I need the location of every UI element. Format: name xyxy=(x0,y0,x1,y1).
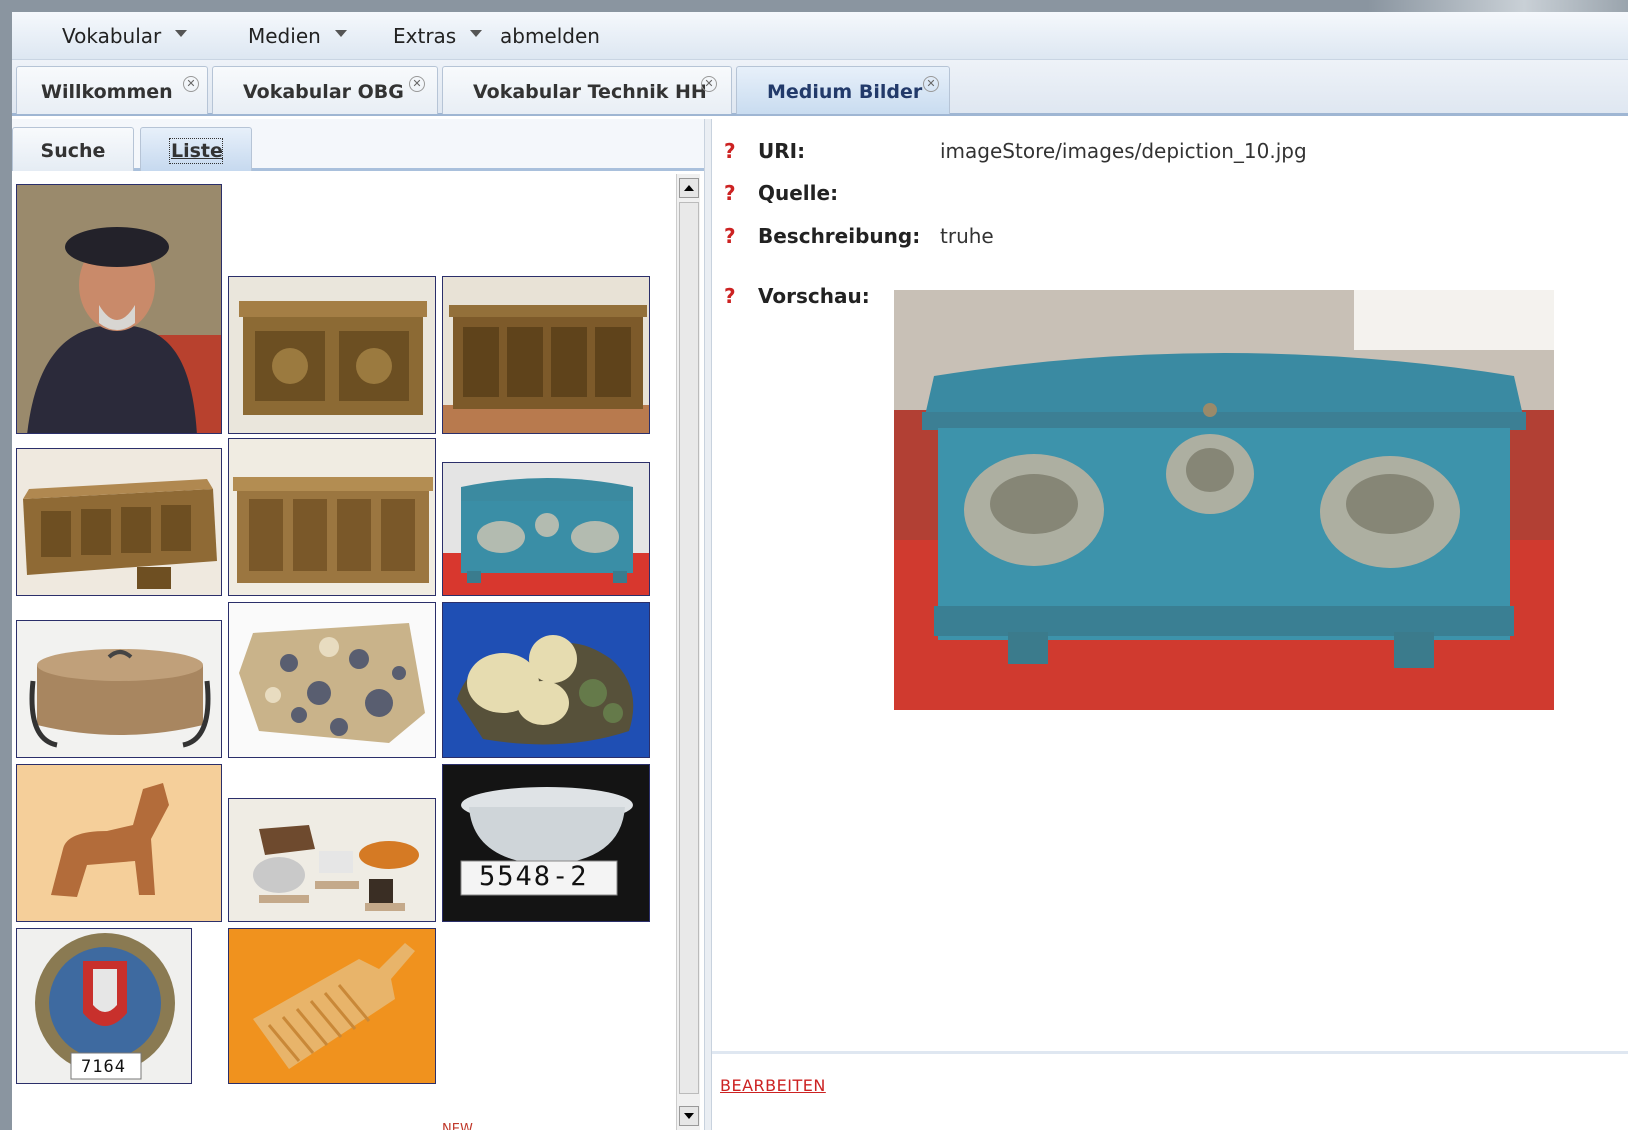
thumbnail-coat-of-arms[interactable]: 7164 xyxy=(16,928,192,1084)
preview-image xyxy=(894,290,1554,710)
field-label: URI: xyxy=(758,139,806,163)
thumbnail-wooden-comb[interactable] xyxy=(228,928,436,1084)
menu-extras[interactable]: Extras xyxy=(393,24,483,48)
media-detail-panel: ? URI: imageStore/images/depiction_10.jp… xyxy=(712,119,1628,1130)
close-icon[interactable]: ✕ xyxy=(183,76,199,92)
subtab-liste[interactable]: Liste xyxy=(140,127,252,171)
menu-vokabular[interactable]: Vokabular xyxy=(62,24,188,48)
scroll-down-icon[interactable] xyxy=(679,1106,699,1126)
thumbnail-crystal[interactable] xyxy=(442,602,650,758)
menu-abmelden-label: abmelden xyxy=(500,24,600,48)
field-beschreibung: ? Beschreibung: truhe xyxy=(724,224,994,248)
scrollbar-thumb[interactable] xyxy=(679,202,699,1094)
thumbnail-chest-low[interactable] xyxy=(16,448,222,596)
menu-medien[interactable]: Medien xyxy=(248,24,347,48)
chevron-down-icon xyxy=(175,29,188,37)
tab-label: Vokabular OBG xyxy=(243,81,404,103)
thumbnail-bentwood-box[interactable] xyxy=(16,620,222,758)
help-icon[interactable]: ? xyxy=(724,139,758,163)
help-icon[interactable]: ? xyxy=(724,181,758,205)
tab-label: Medium Bilder xyxy=(767,81,923,103)
close-icon[interactable]: ✕ xyxy=(409,76,425,92)
subtab-label: Liste xyxy=(169,138,223,164)
field-label: Beschreibung: xyxy=(758,224,921,248)
menu-extras-label: Extras xyxy=(393,24,457,48)
menu-abmelden[interactable]: abmelden xyxy=(500,24,600,48)
thumbnail-chest[interactable] xyxy=(228,276,436,434)
menubar: Vokabular Medien Extras abmelden xyxy=(12,12,1628,60)
chevron-down-icon xyxy=(334,29,347,37)
close-icon[interactable]: ✕ xyxy=(923,76,939,92)
inventory-tag: 7164 xyxy=(81,1057,126,1077)
thumbnail-portrait[interactable] xyxy=(16,184,222,434)
field-quelle: ? Quelle: xyxy=(724,181,940,205)
thumbnail-granite[interactable] xyxy=(228,602,436,758)
tab-vokabular-technik-hh[interactable]: Vokabular Technik HH ✕ xyxy=(442,66,732,114)
menu-vokabular-label: Vokabular xyxy=(62,24,162,48)
new-marker: NEW xyxy=(442,1122,473,1130)
thumbnail-wooden-horse[interactable] xyxy=(16,764,222,922)
thumbnail-grid: 5548-2 7164 NEW xyxy=(12,174,676,1130)
tab-willkommen[interactable]: Willkommen ✕ xyxy=(16,66,208,114)
panel-subtabs: Suche Liste xyxy=(12,119,704,171)
field-value: imageStore/images/depiction_10.jpg xyxy=(940,139,1307,163)
edit-button[interactable]: BEARBEITEN xyxy=(720,1076,826,1095)
scroll-up-icon[interactable] xyxy=(679,178,699,198)
inventory-tag: 5548-2 xyxy=(479,861,589,892)
thumbnail-chest-front[interactable] xyxy=(228,438,436,596)
document-tabs: Willkommen ✕ Vokabular OBG ✕ Vokabular T… xyxy=(12,60,1628,116)
frame-decoration xyxy=(1368,0,1628,12)
close-icon[interactable]: ✕ xyxy=(701,76,717,92)
field-value: truhe xyxy=(940,224,994,248)
thumbnail-blue-chest[interactable] xyxy=(442,462,650,596)
tab-medium-bilder[interactable]: Medium Bilder ✕ xyxy=(736,66,950,114)
help-icon[interactable]: ? xyxy=(724,284,758,308)
chevron-down-icon xyxy=(470,29,483,37)
help-icon[interactable]: ? xyxy=(724,224,758,248)
thumbnail-animal-figures[interactable] xyxy=(228,798,436,922)
application: Vokabular Medien Extras abmelden Willkom… xyxy=(12,12,1628,1130)
tab-label: Vokabular Technik HH xyxy=(473,81,707,103)
subtab-suche[interactable]: Suche xyxy=(12,127,134,171)
thumbnail-sideboard[interactable] xyxy=(442,276,650,434)
field-uri: ? URI: imageStore/images/depiction_10.jp… xyxy=(724,139,1307,163)
subtab-label: Suche xyxy=(40,140,106,162)
action-bar: BEARBEITEN xyxy=(712,1051,1628,1130)
media-list-panel: Suche Liste 5548-2 7164 NEW xyxy=(12,119,704,1130)
vertical-scrollbar[interactable] xyxy=(676,174,700,1130)
tab-vokabular-obg[interactable]: Vokabular OBG ✕ xyxy=(212,66,438,114)
field-label: Quelle: xyxy=(758,181,839,205)
thumbnail-white-bowl[interactable]: 5548-2 xyxy=(442,764,650,922)
tab-label: Willkommen xyxy=(41,81,173,103)
menu-medien-label: Medien xyxy=(248,24,321,48)
split-divider[interactable] xyxy=(704,119,712,1130)
